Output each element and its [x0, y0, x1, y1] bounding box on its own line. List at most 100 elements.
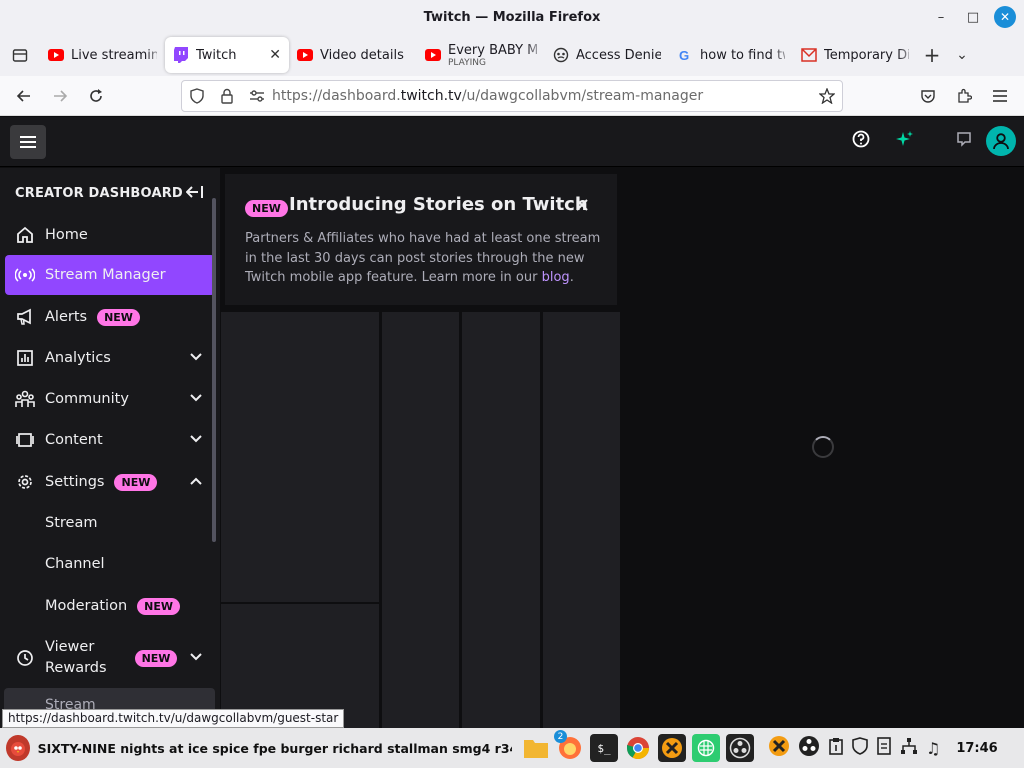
chrome-app-button[interactable] [624, 734, 652, 762]
hamburger-icon [993, 90, 1007, 102]
files-app-button[interactable] [522, 734, 550, 762]
firefox-view-icon [12, 49, 28, 62]
sidebar-item-label: Analytics [45, 350, 111, 366]
dashboard-menu-button[interactable] [10, 125, 46, 159]
tray-xmrig-icon[interactable] [768, 735, 790, 761]
user-icon [993, 133, 1009, 150]
sidebar-item-home[interactable]: Home [5, 215, 215, 255]
close-window-button[interactable]: ✕ [994, 6, 1016, 28]
sidebar-item-viewer-rewards[interactable]: Viewer Rewards NEW [5, 632, 215, 684]
help-button[interactable] [852, 130, 870, 152]
new-badge: NEW [137, 597, 180, 615]
tray-audio-icon[interactable]: ♫ [926, 739, 940, 758]
new-badge: NEW [245, 200, 288, 217]
url-domain: twitch.tv [400, 88, 462, 104]
minimize-button[interactable]: – [930, 6, 952, 28]
chevron-down-icon [189, 391, 203, 409]
status-url-tooltip: https://dashboard.twitch.tv/u/dawgcollab… [2, 709, 345, 728]
youtube-icon [425, 47, 441, 63]
firefox-notification-badge: 2 [554, 730, 567, 743]
list-all-tabs-button[interactable]: ⌄ [947, 47, 977, 63]
lock-icon[interactable] [212, 88, 242, 104]
url-text[interactable]: https://dashboard.twitch.tv/u/dawgcollab… [272, 88, 812, 104]
maximize-button[interactable]: □ [962, 6, 984, 28]
sidebar-item-settings[interactable]: Settings NEW [5, 462, 215, 502]
loading-panel [543, 312, 620, 728]
tab-video-details[interactable]: Video details [289, 37, 417, 73]
app-menu-button[interactable] [982, 80, 1018, 112]
tab-access-denied[interactable]: Access Denied [545, 37, 669, 73]
tab-how-to-find[interactable]: G how to find tw [669, 37, 793, 73]
announcement-title: Introducing Stories on Twitch [289, 194, 588, 215]
arrow-right-icon [54, 89, 68, 102]
tracking-protection-icon[interactable] [182, 88, 212, 104]
sidebar-subitem-stream[interactable]: Stream [45, 508, 97, 538]
xmrig-app-button[interactable] [658, 734, 686, 762]
sidebar-subitem-channel[interactable]: Channel [45, 549, 105, 579]
chevron-down-icon [189, 650, 203, 668]
obs-app-button[interactable] [726, 734, 754, 762]
sidebar-item-label: Viewer Rewards [45, 639, 107, 676]
tray-network-icon[interactable] [900, 737, 918, 759]
sidebar-subitem-moderation[interactable]: Moderation NEW [45, 591, 180, 621]
sidebar-item-analytics[interactable]: Analytics [5, 338, 215, 378]
chevron-down-icon [189, 432, 203, 450]
tab-every-baby[interactable]: Every BABY M PLAYING [417, 37, 545, 73]
grid-icon [697, 739, 715, 757]
tab-label: Every BABY M [448, 42, 537, 58]
sidebar-item-stream-manager[interactable]: Stream Manager [5, 255, 215, 295]
collapse-sidebar-button[interactable] [185, 184, 204, 204]
twitch-top-nav [0, 117, 1024, 167]
firefox-view-button[interactable] [0, 34, 40, 76]
tray-clipboard-icon[interactable] [828, 737, 844, 759]
sidebar-item-community[interactable]: Community [5, 379, 215, 419]
bookmark-star-icon[interactable] [812, 88, 842, 104]
taskbar-active-task[interactable]: SIXTY-NINE nights at ice spice fpe burge… [0, 728, 512, 768]
sidebar-item-alerts[interactable]: Alerts NEW [5, 297, 215, 337]
whispers-button[interactable] [956, 131, 972, 151]
taskbar-clock[interactable]: 17:46 [956, 741, 997, 756]
loading-panel [462, 312, 540, 728]
pocket-button[interactable] [910, 80, 946, 112]
window-titlebar: Twitch — Mozilla Firefox – □ ✕ [0, 0, 1024, 34]
url-bar[interactable]: https://dashboard.twitch.tv/u/dawgcollab… [181, 80, 843, 112]
firefox-app-button[interactable]: 2 [554, 730, 584, 762]
people-icon [13, 390, 37, 408]
megaphone-icon [13, 308, 37, 326]
tab-live-streaming[interactable]: Live streaming [40, 37, 165, 73]
collapse-left-icon [185, 186, 203, 198]
forward-button[interactable] [42, 80, 78, 112]
user-avatar[interactable] [986, 126, 1016, 156]
tab-bar: Live streaming Twitch ✕ Video details Ev… [0, 34, 1024, 76]
tab-twitch[interactable]: Twitch ✕ [165, 37, 289, 73]
tab-temporary[interactable]: Temporary Di [793, 37, 917, 73]
reload-button[interactable] [78, 80, 114, 112]
spreadsheet-app-button[interactable] [692, 734, 720, 762]
chevron-up-icon [189, 474, 203, 492]
permissions-icon[interactable] [242, 89, 272, 103]
google-icon: G [677, 47, 693, 63]
gear-icon [13, 473, 37, 491]
chart-icon [13, 349, 37, 367]
sidebar-scrollbar[interactable] [212, 198, 216, 542]
sidebar-item-label: Stream Manager [45, 267, 166, 283]
new-badge: NEW [134, 649, 178, 667]
system-tray: ♫ 17:46 [768, 735, 998, 761]
tray-obs-icon[interactable] [798, 735, 820, 761]
tray-notes-icon[interactable] [876, 737, 892, 759]
blog-link[interactable]: blog [542, 270, 570, 285]
back-button[interactable] [6, 80, 42, 112]
sidebar-item-content[interactable]: Content [5, 420, 215, 460]
close-icon [576, 199, 588, 211]
new-badge: NEW [114, 473, 158, 491]
sparkle-button[interactable] [896, 130, 914, 152]
youtube-icon [48, 47, 64, 63]
new-tab-button[interactable]: + [917, 43, 947, 67]
announcement-period: . [569, 270, 574, 285]
close-tab-icon[interactable]: ✕ [269, 47, 281, 63]
tray-shield-icon[interactable] [852, 737, 868, 759]
close-announcement-button[interactable] [576, 196, 588, 215]
content-icon [13, 431, 37, 449]
terminal-app-button[interactable]: $_ [590, 734, 618, 762]
extensions-button[interactable] [946, 80, 982, 112]
